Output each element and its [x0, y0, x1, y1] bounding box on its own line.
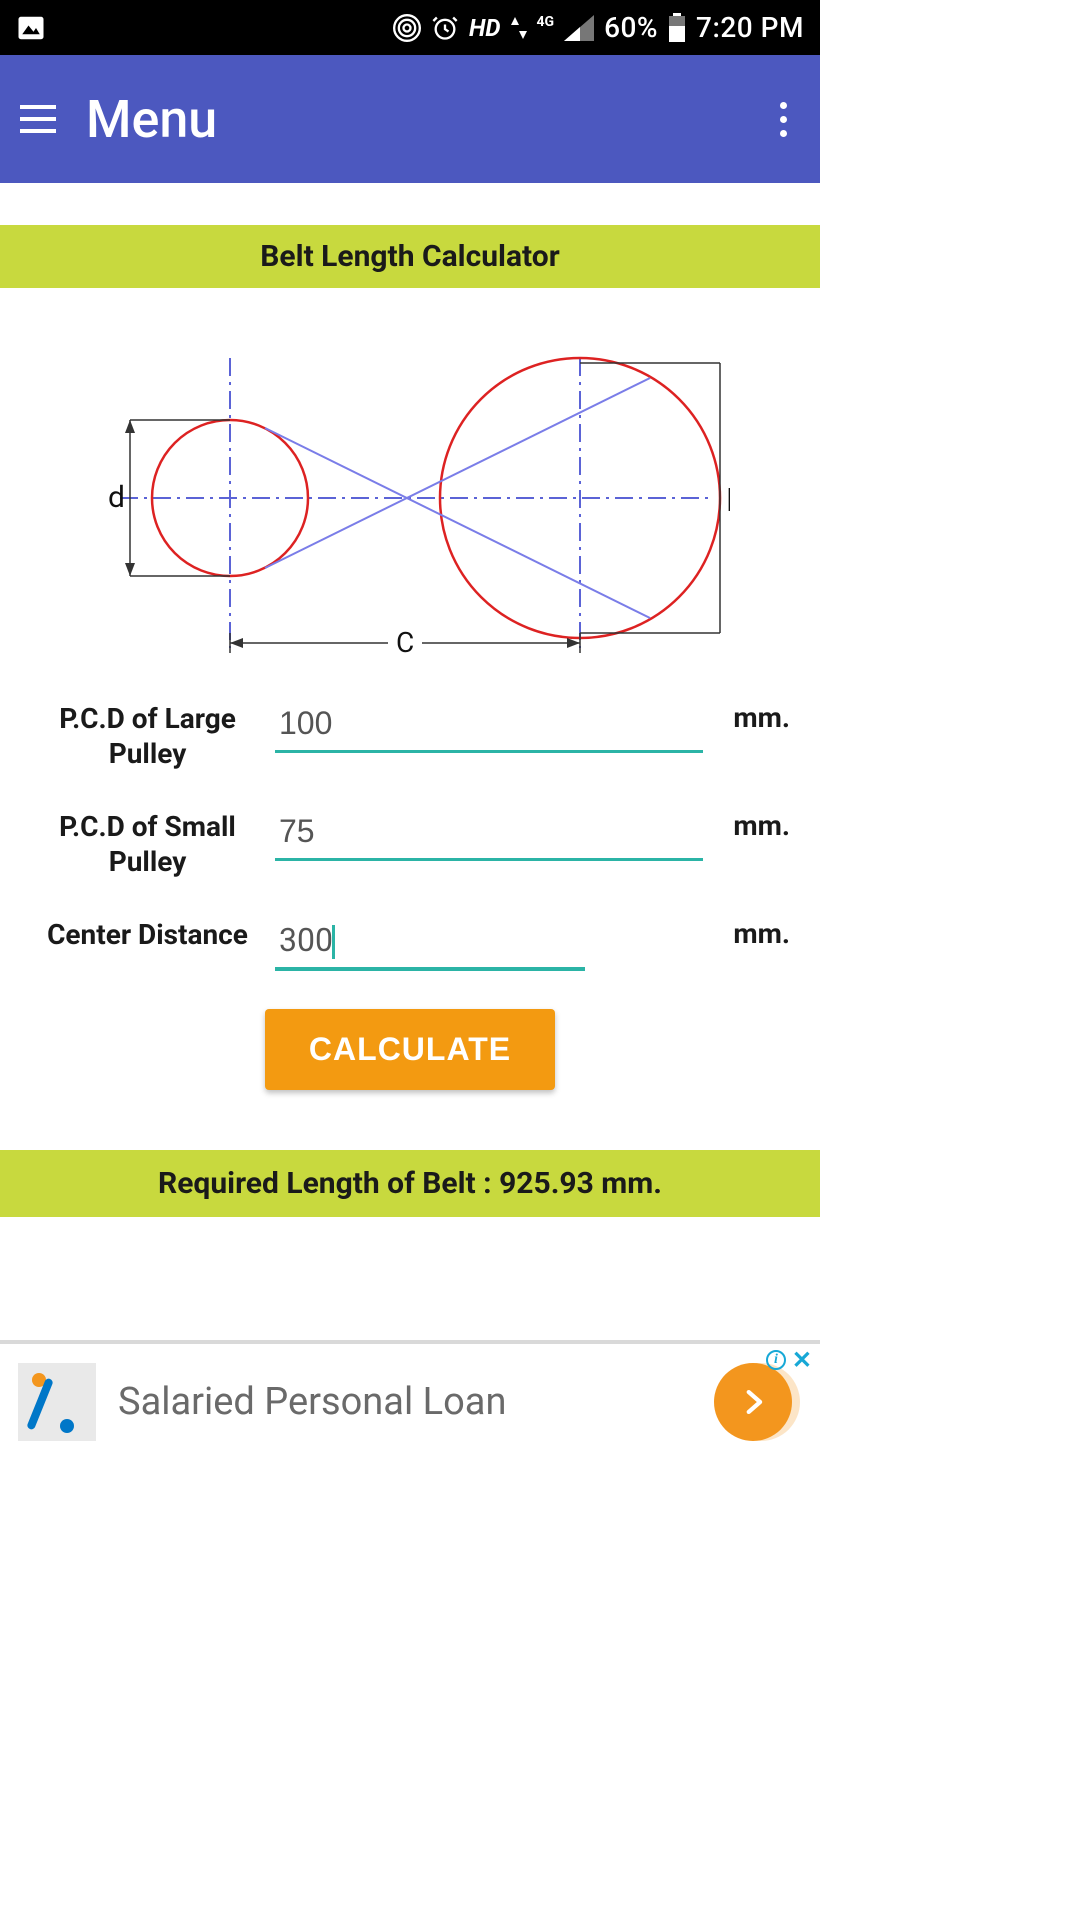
status-bar: HD 4G 60% 7:20 PM: [0, 0, 820, 55]
row-small-pulley: P.C.D of Small Pulley mm.: [30, 809, 790, 879]
result-bar: Required Length of Belt : 925.93 mm.: [0, 1150, 820, 1217]
input-center-distance[interactable]: 300: [275, 917, 585, 971]
unit-center-distance: mm.: [733, 917, 790, 950]
hamburger-icon[interactable]: [20, 105, 56, 133]
unit-small-pulley: mm.: [733, 809, 790, 842]
overflow-menu-icon[interactable]: [770, 92, 800, 147]
app-bar: Menu: [0, 55, 820, 183]
belt-diagram: d D C: [0, 343, 820, 683]
battery-percent-label: 60%: [604, 11, 658, 44]
ad-info-icon[interactable]: i: [766, 1350, 786, 1370]
chevron-right-icon: [736, 1385, 770, 1419]
clock-label: 7:20 PM: [696, 11, 804, 44]
app-title: Menu: [86, 89, 217, 150]
input-center-distance-value: 300: [279, 921, 333, 959]
input-large-pulley[interactable]: [275, 701, 703, 753]
label-large-pulley: P.C.D of Large Pulley: [30, 701, 275, 771]
row-center-distance: Center Distance 300 mm.: [30, 917, 790, 971]
row-large-pulley: P.C.D of Large Pulley mm.: [30, 701, 790, 771]
ad-close-icon[interactable]: ✕: [792, 1348, 812, 1372]
diagram-label-C: C: [396, 626, 414, 659]
ad-banner[interactable]: i ✕ Salaried Personal Loan: [0, 1340, 820, 1460]
diagram-label-D: D: [726, 481, 730, 519]
battery-icon: [668, 13, 686, 43]
hotspot-icon: [393, 14, 421, 42]
label-small-pulley: P.C.D of Small Pulley: [30, 809, 275, 879]
text-cursor: [332, 925, 335, 959]
signal-icon: [564, 15, 594, 41]
input-form: P.C.D of Large Pulley mm. P.C.D of Small…: [0, 701, 820, 1090]
label-center-distance: Center Distance: [30, 917, 275, 952]
diagram-label-d: d: [108, 480, 125, 515]
unit-large-pulley: mm.: [733, 701, 790, 734]
ad-text: Salaried Personal Loan: [118, 1380, 506, 1424]
alarm-icon: [431, 14, 459, 42]
hd-indicator: HD: [469, 14, 501, 42]
input-small-pulley[interactable]: [275, 809, 703, 861]
picture-icon: [16, 13, 46, 43]
ad-logo: [18, 1363, 96, 1441]
calculate-button[interactable]: CALCULATE: [265, 1009, 555, 1090]
data-arrows-icon: [511, 15, 527, 41]
ad-cta-button[interactable]: [714, 1363, 792, 1441]
section-title: Belt Length Calculator: [0, 225, 820, 288]
network-type-label: 4G: [537, 14, 555, 30]
